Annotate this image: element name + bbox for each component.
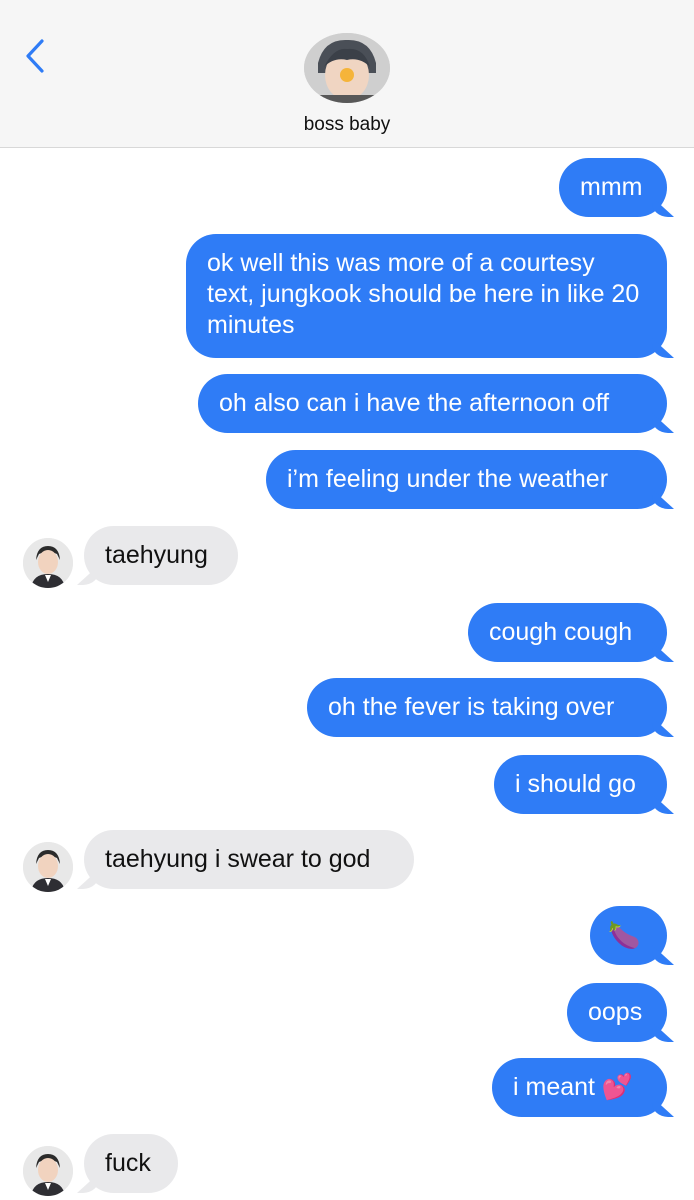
message-bubble-sent[interactable]: i should go [494,755,667,814]
contact-name[interactable]: boss baby [0,114,694,136]
message-text: i meant 💕 [513,1073,634,1101]
message-bubble-received[interactable]: taehyung i swear to god [84,830,414,889]
contact-avatar-icon [304,33,390,103]
sender-avatar-icon [23,842,73,892]
message-bubble-sent[interactable]: oh also can i have the afternoon off [198,374,667,433]
message-bubble-sent[interactable]: i meant 💕 [492,1058,667,1117]
message-text: i’m feeling under the weather [287,465,609,493]
message-bubble-sent[interactable]: cough cough [468,603,667,662]
message-text: 🍆 [608,920,641,950]
message-bubble-sent[interactable]: 🍆 [590,906,667,965]
sender-avatar[interactable] [23,538,73,588]
message-bubble-sent[interactable]: mmm [559,158,667,217]
message-text: oops [588,998,643,1026]
sender-avatar-icon [23,1146,73,1196]
sender-avatar[interactable] [23,1146,73,1196]
message-text: oh the fever is taking over [328,693,615,721]
message-bubble-sent[interactable]: oops [567,983,667,1042]
message-bubble-sent[interactable]: oh the fever is taking over [307,678,667,737]
sender-avatar-icon [23,538,73,588]
sender-avatar[interactable] [23,842,73,892]
conversation-header: boss baby [0,0,694,148]
message-text: taehyung i swear to god [105,845,371,873]
message-bubble-received[interactable]: taehyung [84,526,238,585]
message-text: oh also can i have the afternoon off [219,389,610,417]
message-text: taehyung [105,541,208,569]
message-bubble-sent[interactable]: i’m feeling under the weather [266,450,667,509]
message-bubble-received[interactable]: fuck [84,1134,178,1193]
back-button[interactable] [20,36,50,76]
message-text: mmm [580,173,643,201]
message-bubble-sent[interactable]: ok well this was more of a courtesy text… [186,234,667,358]
contact-avatar[interactable] [304,33,390,103]
message-text: fuck [105,1149,151,1177]
message-text: ok well this was more of a courtesy text… [207,249,640,339]
chevron-left-icon [26,39,44,73]
message-text: i should go [515,770,636,798]
message-text: cough cough [489,618,633,646]
